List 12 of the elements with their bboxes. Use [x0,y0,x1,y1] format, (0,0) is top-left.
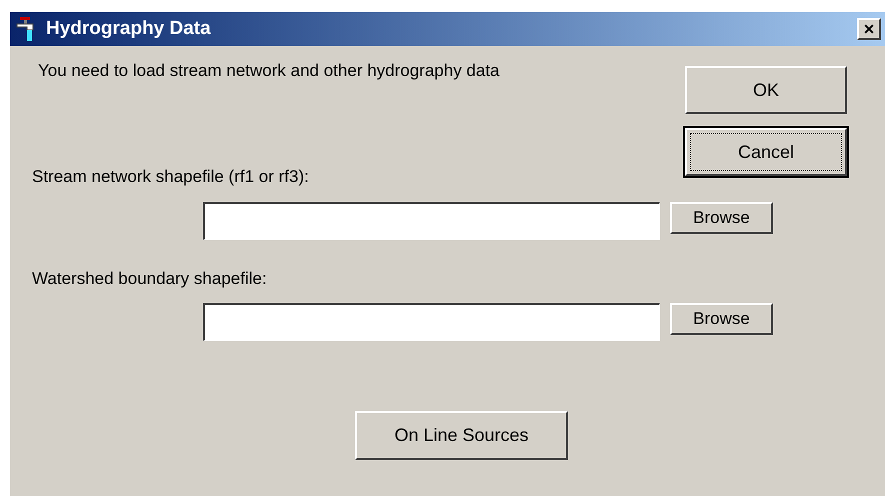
field-label: Stream network shapefile (rf1 or rf3): [32,166,310,188]
field-label: Watershed boundary shapefile: [32,268,268,290]
dialog-button[interactable]: OK [685,66,847,114]
path-field[interactable] [203,202,660,240]
message-text: You need to load stream network and other hydrography data [38,60,501,82]
window-title: Hydrography Data [46,16,211,41]
browse-button[interactable]: Browse [670,303,773,335]
browse-button[interactable]: Browse [670,202,773,234]
close-button[interactable]: × [857,18,881,40]
path-field[interactable] [203,303,660,341]
dialog-button[interactable]: Cancel [685,128,847,176]
online-sources-button[interactable]: On Line Sources [355,411,568,460]
